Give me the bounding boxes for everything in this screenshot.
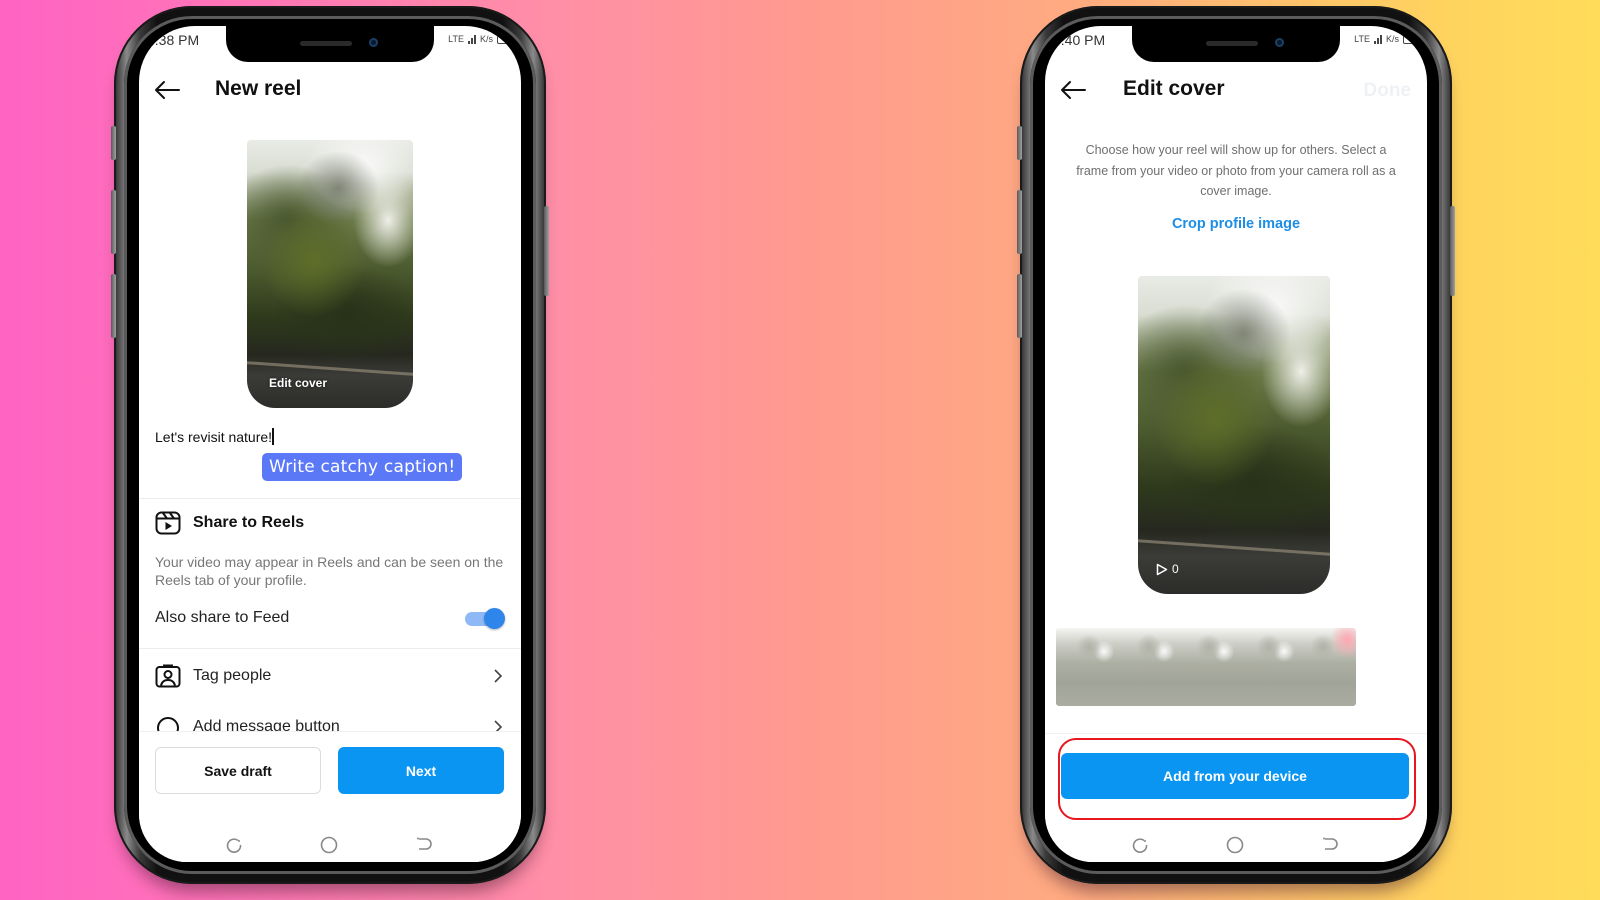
status-time: 4:38 PM [147, 32, 200, 48]
battery-icon [497, 34, 517, 44]
page-title: New reel [215, 77, 302, 100]
power-button [544, 206, 549, 296]
video-frame[interactable] [1176, 628, 1236, 706]
reel-preview[interactable]: Edit cover [247, 140, 413, 408]
notch [226, 26, 434, 62]
back-icon[interactable] [1321, 836, 1339, 854]
home-icon[interactable] [1226, 836, 1244, 854]
status-icons: LTE K/s [448, 34, 517, 44]
front-camera [1275, 38, 1284, 47]
play-count-value: 0 [1172, 562, 1179, 576]
power-button [1450, 206, 1455, 296]
recents-icon[interactable] [225, 836, 243, 854]
phone-frame-new-reel: 4:38 PM LTE K/s New reel Edit cover Let'… [111, 6, 549, 884]
cover-image [1138, 276, 1330, 594]
add-from-device-button[interactable]: Add from your device [1061, 753, 1409, 799]
arrow-left-icon[interactable] [1059, 80, 1087, 100]
volume-down-button [111, 274, 116, 338]
caption-annotation: Write catchy caption! [262, 453, 463, 481]
arrow-left-icon[interactable] [153, 80, 181, 100]
chevron-right-icon [494, 669, 503, 683]
app-header: New reel [139, 72, 521, 108]
cover-description: Choose how your reel will show up for ot… [1076, 143, 1396, 198]
speed-unit: K/s [1385, 34, 1399, 44]
phone-frame-edit-cover: 4:40 PM LTE K/s Edit cover Done Choose h… [1017, 6, 1455, 884]
speaker [300, 41, 352, 46]
next-button[interactable]: Next [338, 747, 504, 794]
network-label: LTE [1354, 34, 1370, 44]
volume-down-button [1017, 274, 1022, 338]
also-share-to-feed-row: Also share to Feed [155, 606, 505, 630]
share-to-reels-title: Share to Reels [193, 514, 305, 531]
toggle-knob [484, 608, 505, 629]
text-cursor [272, 428, 274, 445]
menu-item-tag-people[interactable]: Tag people [155, 663, 503, 689]
also-share-to-feed-label: Also share to Feed [155, 609, 290, 626]
back-icon[interactable] [415, 836, 433, 854]
notch [1132, 26, 1340, 62]
save-draft-button[interactable]: Save draft [155, 747, 321, 794]
signal-icon [1373, 34, 1382, 44]
edit-cover-button[interactable]: Edit cover [269, 376, 327, 390]
side-button [111, 126, 116, 160]
share-to-reels-description: Your video may appear in Reels and can b… [155, 554, 504, 588]
video-frame[interactable] [1296, 628, 1356, 706]
status-time: 4:40 PM [1053, 32, 1106, 48]
home-icon[interactable] [320, 836, 338, 854]
edit-cover-screen: 4:40 PM LTE K/s Edit cover Done Choose h… [1045, 26, 1427, 862]
new-reel-screen: 4:38 PM LTE K/s New reel Edit cover Let'… [139, 26, 521, 862]
play-icon [1156, 563, 1168, 575]
frame-selector-strip[interactable] [1056, 628, 1356, 706]
cover-preview: 0 [1138, 276, 1330, 594]
share-to-reels-header: Share to Reels [155, 511, 304, 535]
reels-icon [155, 511, 181, 535]
speaker [1206, 41, 1258, 46]
volume-up-button [111, 190, 116, 254]
volume-up-button [1017, 190, 1022, 254]
video-thumbnail [247, 140, 413, 408]
video-frame[interactable] [1236, 628, 1296, 706]
video-frame[interactable] [1116, 628, 1176, 706]
side-button [1017, 126, 1022, 160]
speed-unit: K/s [479, 34, 493, 44]
divider [139, 498, 521, 499]
caption-value: Let's revisit nature! [155, 429, 273, 445]
divider [139, 648, 521, 649]
network-label: LTE [448, 34, 464, 44]
signal-icon [467, 34, 476, 44]
battery-icon [1403, 34, 1423, 44]
done-button[interactable]: Done [1364, 80, 1412, 102]
play-count: 0 [1156, 562, 1179, 576]
status-icons: LTE K/s [1354, 34, 1423, 44]
video-frame[interactable] [1056, 628, 1116, 706]
system-nav-bar [1045, 832, 1427, 862]
recents-icon[interactable] [1131, 836, 1149, 854]
menu-item-label: Tag people [193, 667, 272, 684]
front-camera [369, 38, 378, 47]
crop-profile-image-link[interactable]: Crop profile image [1045, 216, 1427, 232]
also-share-to-feed-toggle[interactable] [465, 607, 505, 629]
system-nav-bar [139, 832, 521, 862]
page-title: Edit cover [1123, 77, 1225, 100]
tag-people-icon [155, 664, 181, 688]
caption-input[interactable]: Let's revisit nature! [155, 428, 274, 445]
